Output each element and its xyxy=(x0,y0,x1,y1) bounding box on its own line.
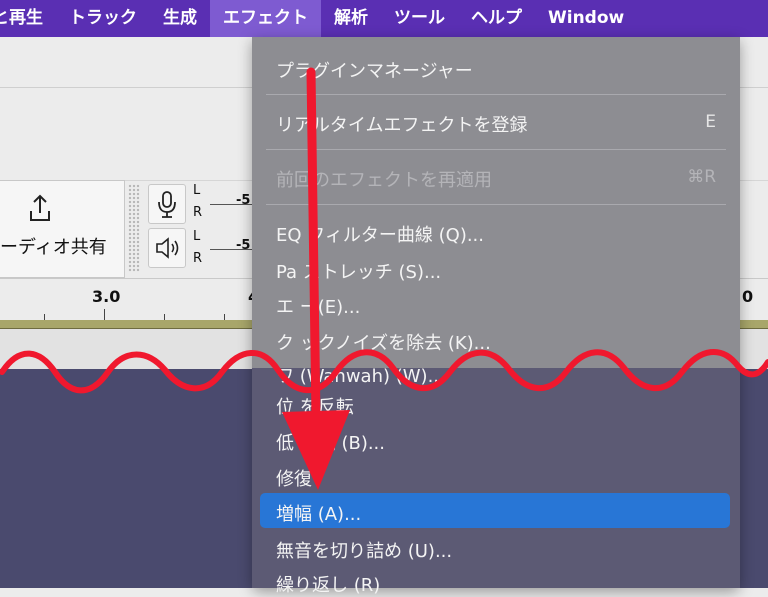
menu-item-click-removal[interactable]: ク ックノイズを除去 (K)... xyxy=(276,329,491,355)
menu-separator xyxy=(266,149,726,150)
record-meter-l: L xyxy=(193,183,201,198)
menu-playback[interactable]: と再生 xyxy=(0,0,56,37)
menu-item-plugin-manager[interactable]: プラグインマネージャー xyxy=(276,57,473,83)
menu-item-eq-filter-curve[interactable]: EQ フィルター曲線 (Q)... xyxy=(276,221,484,247)
menu-separator xyxy=(266,204,726,205)
menu-shortcut: E xyxy=(705,112,716,132)
menu-item-invert[interactable]: 位 を反転 xyxy=(276,393,354,419)
menu-shortcut: ⌘R xyxy=(687,167,716,187)
menu-bar: と再生 トラック 生成 エフェクト 解析 ツール ヘルプ Window xyxy=(0,0,768,37)
speaker-icon xyxy=(156,237,179,259)
record-meter-r: R xyxy=(193,205,203,220)
menu-help[interactable]: ヘルプ xyxy=(458,0,535,37)
share-audio-button[interactable]: ーディオ共有 xyxy=(0,180,125,278)
share-audio-label: ーディオ共有 xyxy=(0,237,107,258)
menu-item-register-realtime-effect[interactable]: リアルタイムエフェクトを登録 xyxy=(276,111,527,137)
effect-menu-dropdown: プラグインマネージャー リアルタイムエフェクトを登録 E 前回のエフェクトを再適… xyxy=(252,37,740,596)
record-meter-button[interactable] xyxy=(148,184,186,224)
menu-item-bass-treble[interactable]: 低 高域 (B)... xyxy=(276,429,385,455)
playback-meter-button[interactable] xyxy=(148,228,186,268)
menu-item-repeat[interactable]: 繰り返し (R) xyxy=(276,571,380,597)
menu-tracks[interactable]: トラック xyxy=(56,0,150,37)
menu-item-echo[interactable]: エ ー(E)... xyxy=(276,293,360,319)
menu-item-truncate-silence[interactable]: 無音を切り詰め (U)... xyxy=(276,537,452,563)
menu-analyze[interactable]: 解析 xyxy=(321,0,381,37)
share-icon xyxy=(30,194,50,221)
menu-window[interactable]: Window xyxy=(535,0,637,37)
menu-item-paulstretch[interactable]: Pa ストレッチ (S)... xyxy=(276,258,441,284)
menu-tools[interactable]: ツール xyxy=(381,0,458,37)
toolbar-grip[interactable] xyxy=(128,184,140,272)
playback-meter-tick: -5 xyxy=(236,238,251,253)
menu-item-repair[interactable]: 修復 xyxy=(276,465,312,491)
ruler-label: 3.0 xyxy=(92,287,121,306)
menu-effect[interactable]: エフェクト xyxy=(210,0,321,37)
playback-meter-l: L xyxy=(193,229,201,244)
menu-item-wahwah[interactable]: ワ (Wahwah) (W)... xyxy=(276,362,445,388)
menu-item-repeat-last-effect: 前回のエフェクトを再適用 xyxy=(276,170,492,191)
ruler-label: 0 xyxy=(742,287,754,306)
menu-separator xyxy=(266,94,726,95)
playback-meter-r: R xyxy=(193,251,203,266)
menu-item-amplify[interactable]: 増幅 (A)... xyxy=(276,500,361,526)
record-meter-tick: -5 xyxy=(236,193,251,208)
microphone-icon xyxy=(158,191,176,218)
menu-generate[interactable]: 生成 xyxy=(150,0,210,37)
